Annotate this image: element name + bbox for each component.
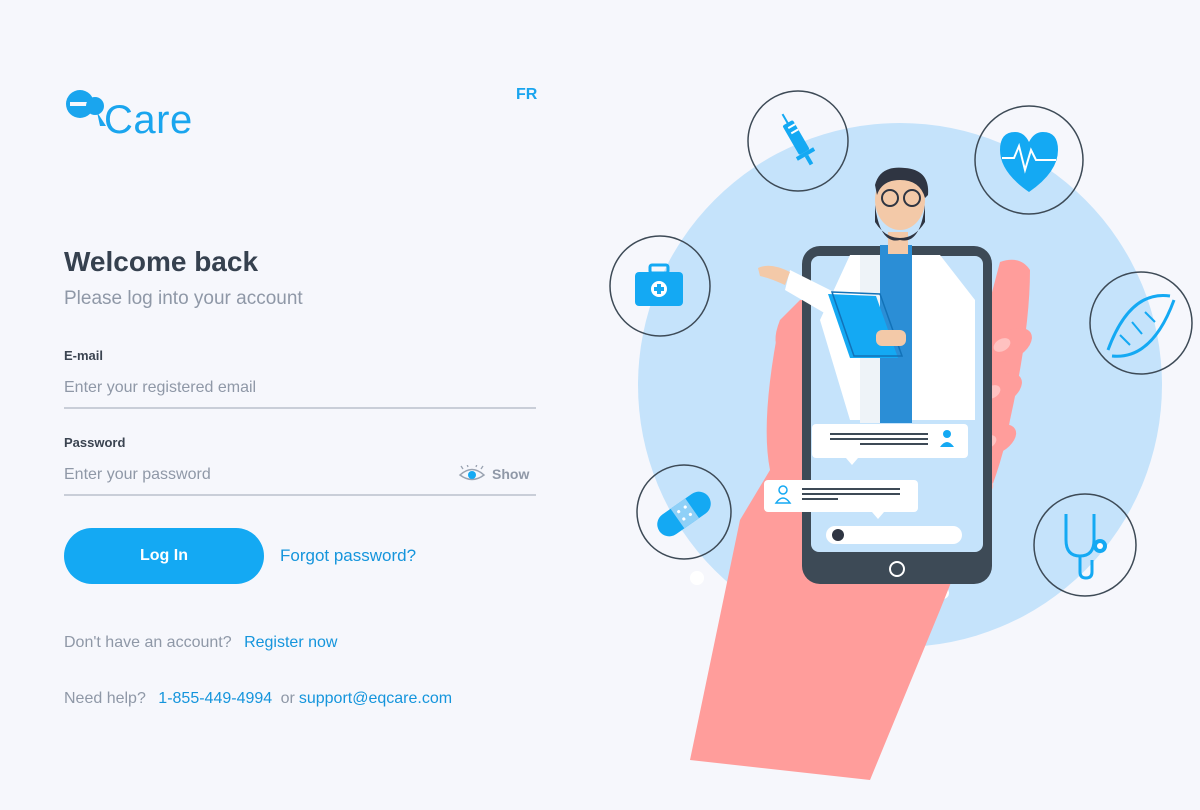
help-or: or [280,690,295,707]
help-email-link[interactable]: support@eqcare.com [299,690,452,707]
brand-logo: Care [64,88,204,144]
email-field[interactable] [64,369,536,409]
page-title: Welcome back [64,246,259,277]
register-prompt: Don't have an account? [64,634,232,651]
register-link[interactable]: Register now [244,634,337,651]
eye-icon [458,465,486,481]
show-password-toggle[interactable]: Show [458,464,529,484]
help-line: Need help? 1-855-449-4994 or support@eqca… [64,690,452,708]
show-label: Show [492,466,530,482]
message-input-bar [826,526,962,544]
doctor-illustration [609,90,1193,781]
help-phone-link[interactable]: 1-855-449-4994 [158,690,272,707]
language-toggle[interactable]: FR [516,86,537,104]
brand-name: Care [104,98,193,142]
page-subtitle: Please log into your account [64,288,303,309]
forgot-password-link[interactable]: Forgot password? [280,546,416,566]
password-label: Password [64,435,126,450]
login-button[interactable]: Log In [64,528,264,584]
eq-logo-icon [66,90,106,126]
email-label: E-mail [64,348,104,363]
help-prompt: Need help? [64,690,146,707]
register-line: Don't have an account? Register now [64,634,337,652]
